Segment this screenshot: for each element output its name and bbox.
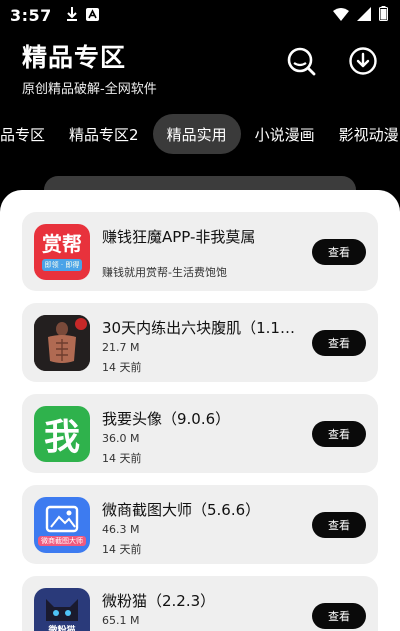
- app-item[interactable]: 30天内练出六块腹肌（1.1.... 21.7 M 14 天前 查看: [22, 303, 378, 382]
- content-sheet: 赏帮 即领 · 即得 赚钱狂魔APP-非我莫属 赚钱就用赏帮-生活费饱饱 查看 …: [0, 190, 400, 631]
- page-subtitle: 原创精品破解-全网软件: [22, 82, 157, 97]
- cat-app-icon: 微粉猫: [34, 588, 90, 631]
- search-icon: [286, 46, 316, 80]
- tab-category-1[interactable]: 品专区: [0, 114, 57, 154]
- app-name: 赚钱狂魔APP-非我莫属: [102, 228, 256, 246]
- download-button[interactable]: [346, 46, 380, 80]
- page-title: 精品专区: [22, 43, 127, 72]
- app-item[interactable]: 微商截图大师 微商截图大师（5.6.6） 46.3 M 14 天前 查看: [22, 485, 378, 564]
- tab-category-2[interactable]: 精品专区2: [57, 114, 151, 154]
- app-size: 65.1 M: [102, 614, 140, 627]
- app-notification-icon: [85, 6, 99, 25]
- tab-category-3-active[interactable]: 精品实用: [152, 114, 241, 154]
- search-button[interactable]: [284, 46, 318, 80]
- app-size: 21.7 M: [102, 341, 140, 354]
- app-item[interactable]: 赏帮 即领 · 即得 赚钱狂魔APP-非我莫属 赚钱就用赏帮-生活费饱饱 查看: [22, 212, 378, 291]
- screenshot-app-icon: 微商截图大师: [34, 497, 90, 553]
- tab-category-4[interactable]: 小说漫画: [243, 114, 327, 154]
- header-actions: [284, 46, 380, 80]
- view-button[interactable]: 查看: [312, 603, 366, 629]
- view-button[interactable]: 查看: [312, 512, 366, 538]
- app-item[interactable]: 我 我要头像（9.0.6） 36.0 M 14 天前 查看: [22, 394, 378, 473]
- app-list: 赏帮 即领 · 即得 赚钱狂魔APP-非我莫属 赚钱就用赏帮-生活费饱饱 查看 …: [0, 190, 400, 631]
- app-date: 14 天前: [102, 452, 142, 465]
- battery-icon: [379, 5, 388, 25]
- view-button[interactable]: 查看: [312, 421, 366, 447]
- system-icons: [333, 5, 388, 25]
- app-name: 我要头像（9.0.6）: [102, 410, 231, 428]
- header: 精品专区 原创精品破解-全网软件: [22, 38, 157, 97]
- app-name: 30天内练出六块腹肌（1.1....: [102, 319, 298, 337]
- view-button[interactable]: 查看: [312, 330, 366, 356]
- status-bar: 3:57: [0, 0, 400, 30]
- status-time: 3:57: [10, 5, 52, 25]
- app-name: 微粉猫（2.2.3）: [102, 592, 216, 610]
- notification-icons: [66, 6, 99, 25]
- view-button[interactable]: 查看: [312, 239, 366, 265]
- download-notification-icon: [66, 6, 78, 25]
- app-date: 14 天前: [102, 543, 142, 556]
- tab-category-5[interactable]: 影视动漫: [327, 114, 400, 154]
- fitness-app-icon: [34, 315, 90, 371]
- app-date: 14 天前: [102, 361, 142, 374]
- app-item[interactable]: 微粉猫 微粉猫（2.2.3） 65.1 M 查看: [22, 576, 378, 631]
- shangbang-app-icon: 赏帮 即领 · 即得: [34, 224, 90, 280]
- app-name: 微商截图大师（5.6.6）: [102, 501, 261, 519]
- category-tabs: 品专区 精品专区2 精品实用 小说漫画 影视动漫: [0, 114, 400, 154]
- avatar-app-icon: 我: [34, 406, 90, 462]
- download-icon: [348, 46, 378, 80]
- wifi-icon: [333, 6, 349, 25]
- app-description: 赚钱就用赏帮-生活费饱饱: [102, 266, 227, 279]
- signal-icon: [357, 6, 371, 25]
- app-size: 46.3 M: [102, 523, 140, 536]
- app-size: 36.0 M: [102, 432, 140, 445]
